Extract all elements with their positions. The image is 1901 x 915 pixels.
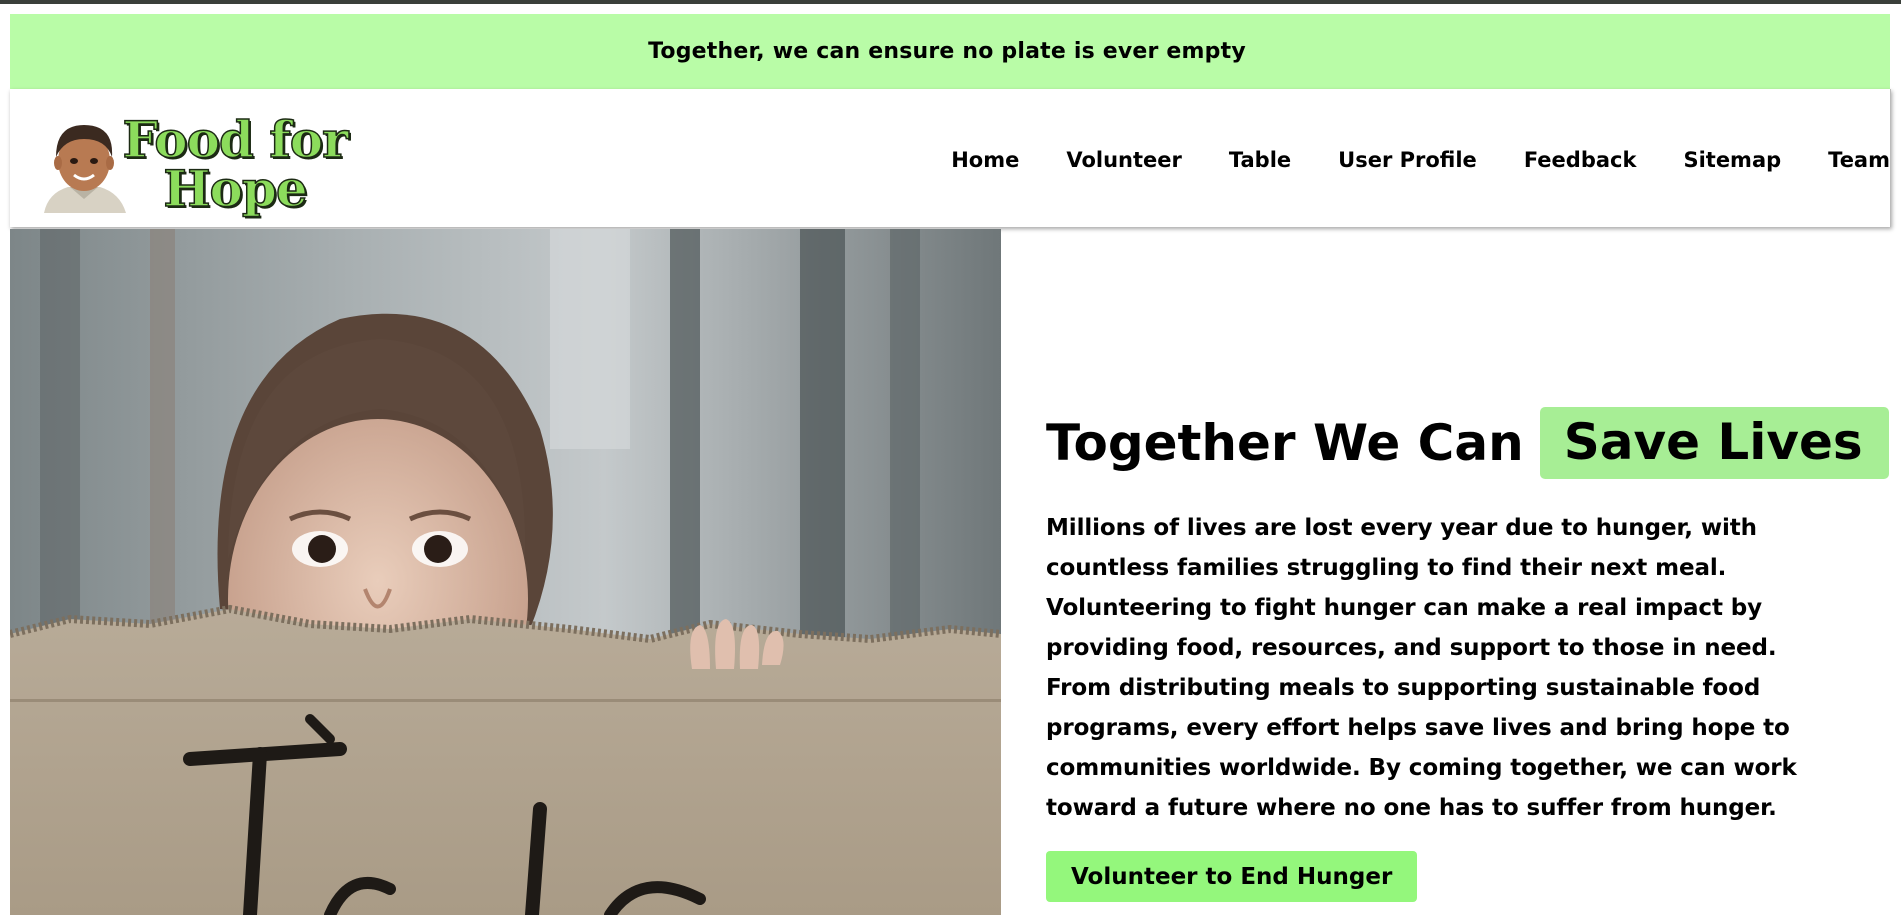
- logo-line-2: Hope: [163, 159, 309, 218]
- nav-team[interactable]: Team: [1828, 148, 1890, 172]
- hero-title: Together We Can: [1046, 414, 1524, 472]
- nav-sitemap[interactable]: Sitemap: [1683, 148, 1781, 172]
- logo-wordmark: Food for Hope: [120, 110, 350, 218]
- volunteer-cta-button[interactable]: Volunteer to End Hunger: [1046, 851, 1418, 902]
- navbar: Food for Hope Home Volunteer Table User …: [10, 89, 1891, 227]
- top-strip: [0, 0, 1901, 4]
- banner-text: Together, we can ensure no plate is ever…: [648, 39, 1246, 64]
- site-logo[interactable]: Food for Hope: [34, 110, 350, 218]
- hero-image: [10, 229, 1001, 915]
- hero-description: Millions of lives are lost every year du…: [1046, 515, 1797, 821]
- announcement-banner: Together, we can ensure no plate is ever…: [10, 14, 1890, 89]
- nav-table[interactable]: Table: [1229, 148, 1291, 172]
- nav-volunteer[interactable]: Volunteer: [1066, 148, 1182, 172]
- hero-content: Together We Can Save Lives Millions of l…: [1046, 407, 1889, 902]
- hero-heading: Together We Can Save Lives: [1046, 407, 1889, 479]
- nav-user-profile[interactable]: User Profile: [1338, 148, 1477, 172]
- child-with-cardboard-sign-image: [10, 229, 1001, 915]
- nav-home[interactable]: Home: [951, 148, 1019, 172]
- main-nav: Home Volunteer Table User Profile Feedba…: [904, 147, 1890, 173]
- logo-line-1: Food for: [122, 110, 350, 169]
- child-face-logo-icon: [34, 113, 134, 213]
- nav-feedback[interactable]: Feedback: [1524, 148, 1637, 172]
- hero-title-highlight: Save Lives: [1539, 407, 1889, 479]
